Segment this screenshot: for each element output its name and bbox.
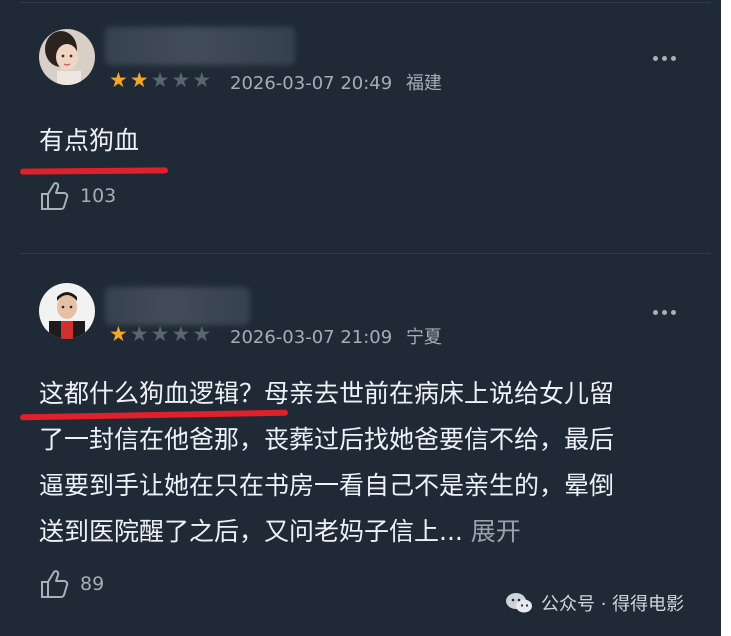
avatar[interactable] bbox=[39, 283, 95, 339]
username-blurred bbox=[105, 287, 250, 325]
star-icon: ★ bbox=[171, 322, 191, 346]
comment-line: 这都什么狗血逻辑？母亲去世前在病床上说给女儿留 bbox=[39, 379, 615, 408]
comment-line: 了一封信在他爸那，丧葬过后找她爸要信不给，最后 bbox=[39, 425, 615, 454]
like-count: 103 bbox=[80, 185, 117, 207]
thumbs-up-icon bbox=[41, 182, 69, 210]
star-icon: ★ bbox=[109, 322, 128, 346]
comment-line: 送到医院醒了之后，又问老妈子信上... bbox=[39, 517, 463, 546]
thumbs-up-icon bbox=[41, 570, 69, 598]
star-icon: ★ bbox=[171, 68, 191, 92]
comment-text: 这都什么狗血逻辑？母亲去世前在病床上说给女儿留 了一封信在他爸那，丧葬过后找她爸… bbox=[39, 371, 699, 555]
avatar[interactable] bbox=[39, 29, 95, 85]
star-icon: ★ bbox=[192, 68, 212, 92]
expand-link[interactable]: 展开 bbox=[471, 517, 521, 546]
rating-stars: ★ ★ ★ ★ ★ bbox=[109, 69, 211, 91]
page-edge bbox=[721, 0, 731, 636]
highlight-underline bbox=[19, 167, 169, 175]
comment-text: 有点狗血 bbox=[39, 118, 699, 164]
comment-meta: 2026-03-07 21:09 宁夏 bbox=[230, 323, 442, 349]
like-button[interactable]: 89 bbox=[39, 568, 104, 600]
more-icon[interactable] bbox=[653, 310, 676, 315]
comment-card: ★ ★ ★ ★ ★ 2026-03-07 21:09 宁夏 这都什么狗血逻辑？母… bbox=[0, 254, 721, 636]
comment-time: 2026-03-07 20:49 bbox=[230, 73, 393, 94]
star-icon: ★ bbox=[129, 68, 149, 92]
comment-time: 2026-03-07 21:09 bbox=[230, 327, 393, 348]
comment-location: 福建 bbox=[405, 73, 442, 94]
comment-card: ★ ★ ★ ★ ★ 2026-03-07 20:49 福建 有点狗血 103 bbox=[0, 0, 721, 253]
star-icon: ★ bbox=[192, 322, 212, 346]
watermark-text: 公众号 · 得得电影 bbox=[541, 594, 685, 615]
like-button[interactable]: 103 bbox=[39, 180, 116, 212]
comment-line: 有点狗血 bbox=[39, 126, 140, 155]
comment-line-last: 送到医院醒了之后，又问老妈子信上... 展开 bbox=[39, 509, 699, 555]
star-icon: ★ bbox=[129, 322, 149, 346]
star-icon: ★ bbox=[150, 68, 170, 92]
comment-line: 逼要到手让她在只在书房一看自己不是亲生的，晕倒 bbox=[39, 471, 615, 500]
comment-location: 宁夏 bbox=[405, 327, 442, 348]
username-blurred bbox=[105, 27, 295, 65]
more-icon[interactable] bbox=[653, 56, 676, 61]
star-icon: ★ bbox=[150, 322, 170, 346]
rating-stars: ★ ★ ★ ★ ★ bbox=[109, 323, 211, 345]
star-icon: ★ bbox=[109, 68, 128, 92]
watermark: 公众号 · 得得电影 bbox=[505, 590, 684, 616]
comment-meta: 2026-03-07 20:49 福建 bbox=[230, 69, 442, 95]
wechat-icon bbox=[506, 593, 532, 613]
like-count: 89 bbox=[80, 573, 105, 595]
